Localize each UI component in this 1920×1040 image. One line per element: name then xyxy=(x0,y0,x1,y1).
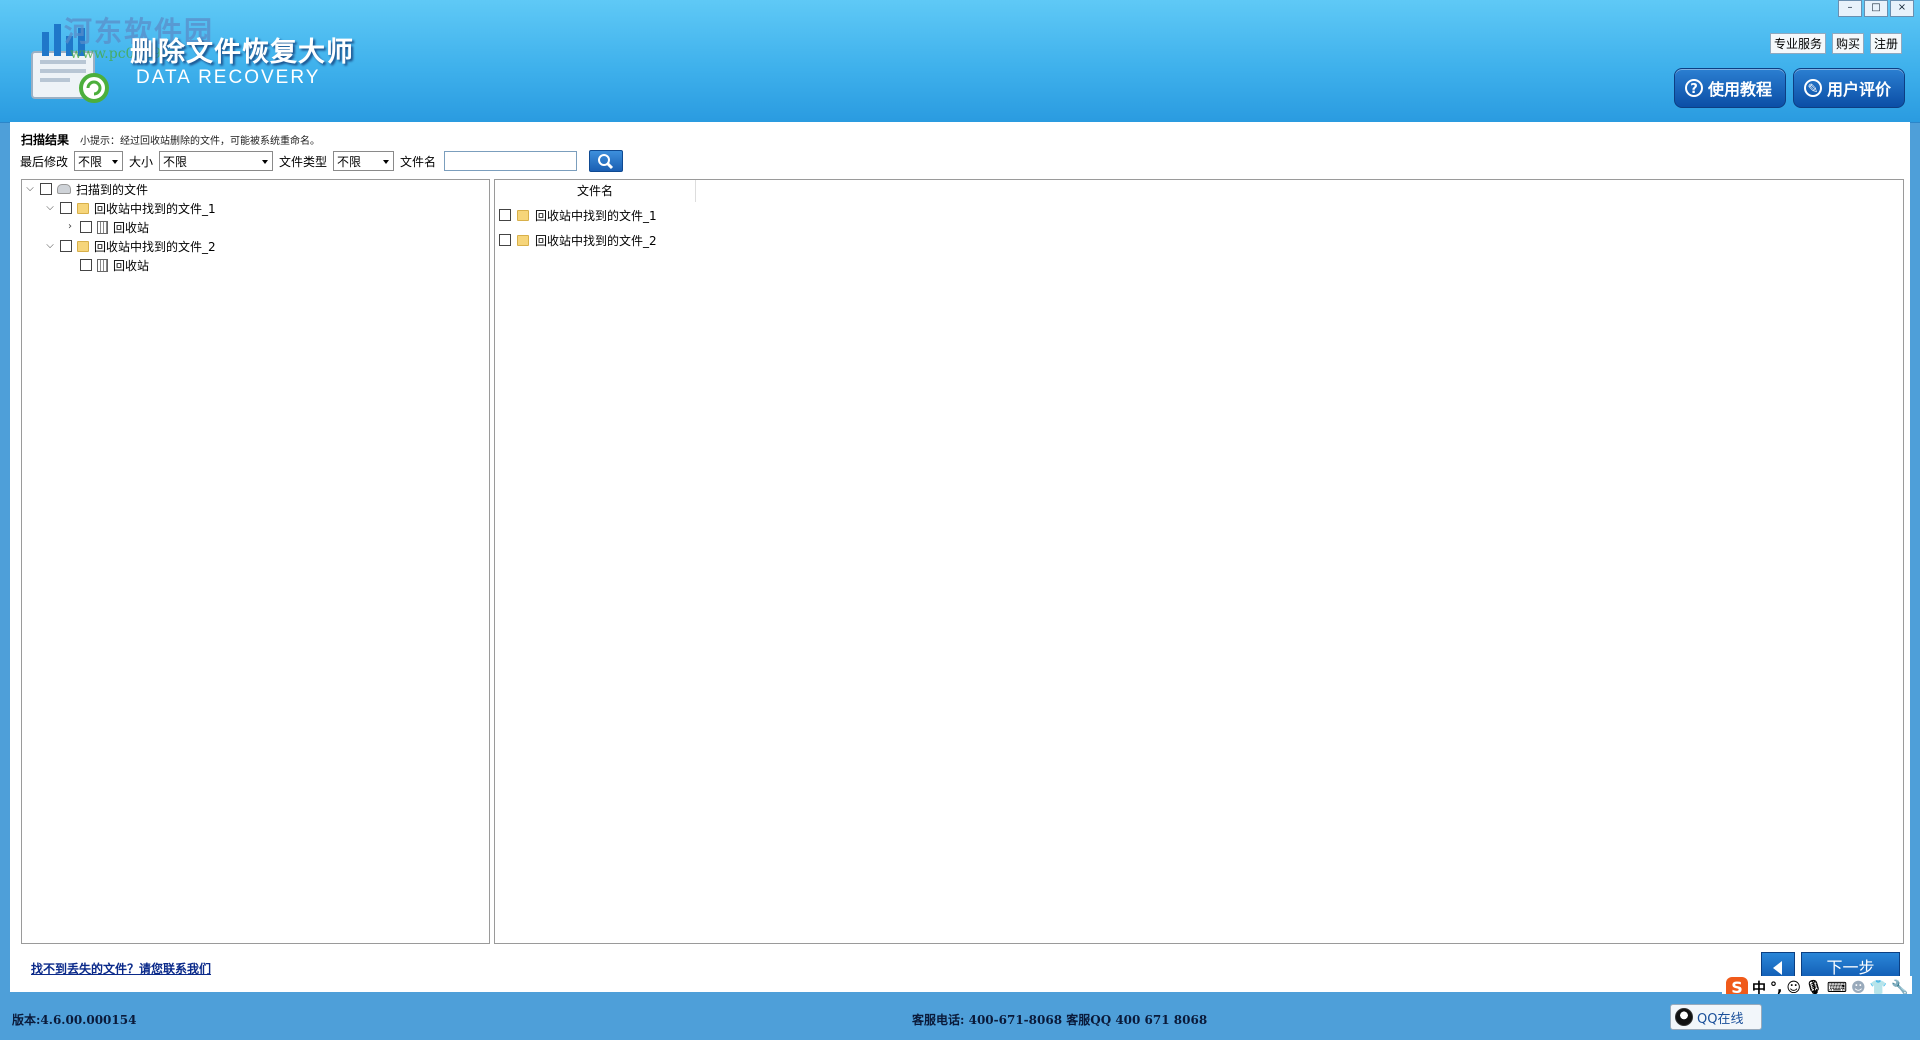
minimize-button[interactable]: – xyxy=(1838,0,1862,17)
file-type-label: 文件类型 xyxy=(279,154,328,169)
folder-icon xyxy=(517,234,529,246)
list-checkbox[interactable] xyxy=(499,209,511,221)
last-modified-value: 不限 xyxy=(78,155,103,169)
scan-results-title: 扫描结果 xyxy=(21,133,70,147)
last-modified-select[interactable]: 不限 xyxy=(74,151,124,171)
tree-checkbox[interactable] xyxy=(80,259,92,271)
user-review-label: 用户评价 xyxy=(1827,80,1892,99)
list-item[interactable]: 回收站中找到的文件_1 xyxy=(499,206,657,224)
dropdown-arrow-icon xyxy=(112,160,119,164)
collapse-chevron-icon[interactable]: ⌵ xyxy=(25,184,35,194)
user-review-button[interactable]: ✎ 用户评价 xyxy=(1793,68,1905,108)
collapse-chevron-icon[interactable]: ⌵ xyxy=(45,241,55,251)
tree-checkbox[interactable] xyxy=(60,240,72,252)
tutorial-button[interactable]: ? 使用教程 xyxy=(1674,68,1786,108)
help-icon: ? xyxy=(1685,79,1703,97)
tree-item-recycle-bin-1[interactable]: › 回收站 xyxy=(65,218,149,236)
app-subtitle: DATA RECOVERY xyxy=(136,67,321,88)
version-text: 版本:4.6.00.000154 xyxy=(12,1013,137,1027)
tree-item-label: 回收站 xyxy=(113,220,150,235)
folder-icon xyxy=(517,209,529,221)
tutorial-label: 使用教程 xyxy=(1708,80,1773,99)
dropdown-arrow-icon xyxy=(383,160,390,164)
collapse-chevron-icon[interactable]: ⌵ xyxy=(45,203,55,213)
file-name-input[interactable] xyxy=(444,151,578,171)
expand-chevron-icon[interactable]: › xyxy=(65,222,75,232)
register-link[interactable]: 注册 xyxy=(1869,33,1902,54)
tree-item-recycle-bin-2[interactable]: 回收站 xyxy=(65,256,149,274)
list-item-label: 回收站中找到的文件_2 xyxy=(535,233,657,248)
scan-hint: 小提示：经过回收站删除的文件，可能被系统重命名。 xyxy=(80,136,320,147)
back-arrow-icon xyxy=(1773,961,1782,975)
qq-online-button[interactable]: QQ在线 xyxy=(1670,1004,1762,1030)
drive-icon xyxy=(57,184,71,194)
filter-bar: 最后修改 不限 大小 不限 文件类型 不限 文件名 xyxy=(20,150,624,172)
maximize-button[interactable]: □ xyxy=(1864,0,1888,17)
size-value: 不限 xyxy=(163,155,188,169)
list-checkbox[interactable] xyxy=(499,234,511,246)
recycle-bin-icon xyxy=(97,220,108,234)
tree-checkbox[interactable] xyxy=(60,202,72,214)
search-button[interactable] xyxy=(589,150,624,172)
close-button[interactable]: × xyxy=(1890,0,1914,17)
tree-root-label: 扫描到的文件 xyxy=(76,182,149,197)
file-list-panel: 文件名 回收站中找到的文件_1 回收站中找到的文件_2 xyxy=(494,179,1904,944)
search-icon xyxy=(598,154,614,170)
file-type-value: 不限 xyxy=(337,155,362,169)
last-modified-label: 最后修改 xyxy=(20,154,69,169)
qq-penguin-icon xyxy=(1675,1008,1693,1026)
review-icon: ✎ xyxy=(1804,79,1822,97)
tree-checkbox[interactable] xyxy=(40,183,52,195)
size-label: 大小 xyxy=(129,154,154,169)
top-links: 专业服务 购买 注册 xyxy=(1769,33,1902,54)
buy-link[interactable]: 购买 xyxy=(1831,33,1864,54)
list-item-label: 回收站中找到的文件_1 xyxy=(535,208,657,223)
window-controls: – □ × xyxy=(1838,0,1914,17)
size-select[interactable]: 不限 xyxy=(159,151,274,171)
customer-service-text: 客服电话: 400-671-8068 客服QQ 400 671 8068 xyxy=(912,1013,1208,1027)
tree-item-label: 回收站中找到的文件_2 xyxy=(94,239,216,254)
list-item[interactable]: 回收站中找到的文件_2 xyxy=(499,231,657,249)
status-bar: 版本:4.6.00.000154 客服电话: 400-671-8068 客服QQ… xyxy=(0,994,1920,1040)
app-title: 删除文件恢复大师 xyxy=(130,37,354,68)
recycle-bin-icon xyxy=(97,258,108,272)
main-area: 扫描结果 小提示：经过回收站删除的文件，可能被系统重命名。 最后修改 不限 大小… xyxy=(10,122,1913,1000)
title-bar: 河东软件园 www.pc0359.cn 删除文件恢复大师 DATA RECOVE… xyxy=(0,0,1920,123)
tree-item-label: 回收站 xyxy=(113,258,150,273)
column-header-filename[interactable]: 文件名 xyxy=(495,180,696,202)
dropdown-arrow-icon xyxy=(262,160,269,164)
folder-icon xyxy=(77,202,89,214)
tree-item-label: 回收站中找到的文件_1 xyxy=(94,201,216,216)
file-type-select[interactable]: 不限 xyxy=(333,151,395,171)
tree-checkbox[interactable] xyxy=(80,221,92,233)
tree-root[interactable]: ⌵ 扫描到的文件 xyxy=(25,180,148,198)
folder-tree-panel: ⌵ 扫描到的文件 ⌵ 回收站中找到的文件_1 › 回收站 ⌵ 回收站中找到的文件… xyxy=(21,179,490,944)
tree-item-found-1[interactable]: ⌵ 回收站中找到的文件_1 xyxy=(45,199,216,217)
qq-online-label: QQ在线 xyxy=(1697,1011,1744,1027)
tree-item-found-2[interactable]: ⌵ 回收站中找到的文件_2 xyxy=(45,237,216,255)
folder-icon xyxy=(77,240,89,252)
pro-service-link[interactable]: 专业服务 xyxy=(1769,33,1826,54)
contact-us-link[interactable]: 找不到丢失的文件？请您联系我们 xyxy=(31,960,211,977)
file-name-label: 文件名 xyxy=(400,154,437,169)
